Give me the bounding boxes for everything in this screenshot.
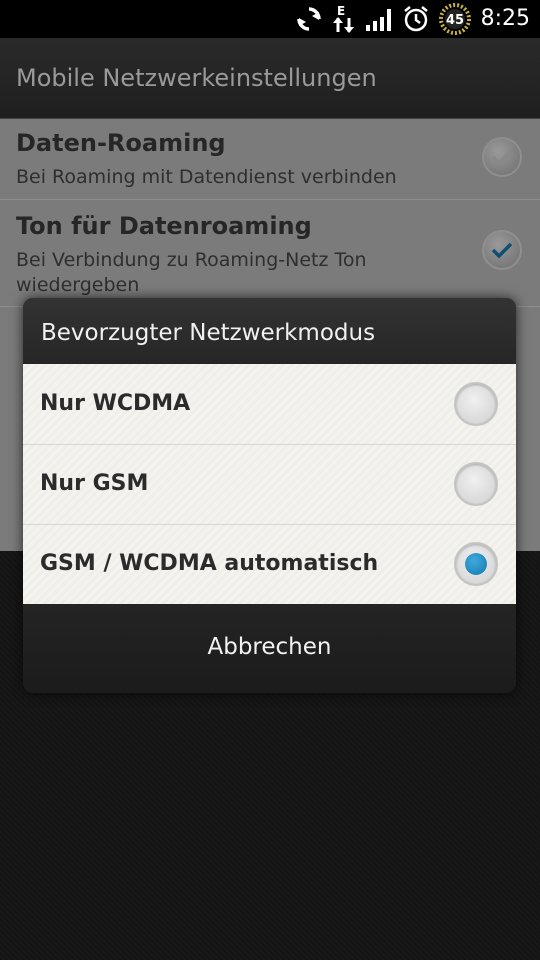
cancel-button[interactable]: Abbrechen [23, 604, 516, 693]
data-transfer-icon: E [330, 4, 358, 34]
option-wcdma-only[interactable]: Nur WCDMA [23, 364, 516, 445]
option-label: Nur WCDMA [40, 391, 191, 416]
battery-level: 45 [446, 13, 464, 28]
setting-data-roaming[interactable]: Daten-Roaming Bei Roaming mit Datendiens… [0, 119, 540, 200]
clock: 8:25 [480, 6, 530, 31]
dialog-footer: Abbrechen [23, 604, 516, 693]
status-bar: E 45 8:25 [0, 0, 540, 38]
signal-icon [364, 4, 396, 34]
option-label: Nur GSM [40, 471, 149, 496]
battery-icon: 45 [437, 3, 473, 35]
setting-subtitle: Bei Roaming mit Datendienst verbinden [16, 166, 397, 188]
data-roaming-checkbox[interactable] [482, 137, 522, 177]
app-bar: Mobile Netzwerkeinstellungen [0, 38, 540, 119]
dialog-header: Bevorzugter Netzwerkmodus [23, 298, 516, 364]
network-type-label: E [337, 4, 345, 18]
option-label: GSM / WCDMA automatisch [40, 551, 379, 576]
option-gsm-wcdma-auto[interactable]: GSM / WCDMA automatisch [23, 524, 516, 604]
page-title: Mobile Netzwerkeinstellungen [16, 64, 377, 92]
dialog-options: Nur WCDMA Nur GSM GSM / WCDMA automatisc… [23, 364, 516, 604]
setting-subtitle: Bei Verbindung zu Roaming-Netz Ton wiede… [16, 249, 367, 296]
setting-title: Daten-Roaming [16, 129, 226, 157]
setting-roaming-sound[interactable]: Ton für Datenroaming Bei Verbindung zu R… [0, 200, 540, 307]
sync-icon [294, 4, 324, 34]
dialog-title: Bevorzugter Netzwerkmodus [41, 320, 376, 346]
option-gsm-only[interactable]: Nur GSM [23, 444, 516, 525]
setting-title: Ton für Datenroaming [16, 212, 312, 240]
radio-button[interactable] [454, 462, 498, 506]
radio-button-selected[interactable] [454, 542, 498, 586]
radio-button[interactable] [454, 382, 498, 426]
network-mode-dialog: Bevorzugter Netzwerkmodus Nur WCDMA Nur … [23, 298, 516, 693]
alarm-icon [401, 4, 431, 34]
roaming-sound-checkbox[interactable] [482, 230, 522, 270]
